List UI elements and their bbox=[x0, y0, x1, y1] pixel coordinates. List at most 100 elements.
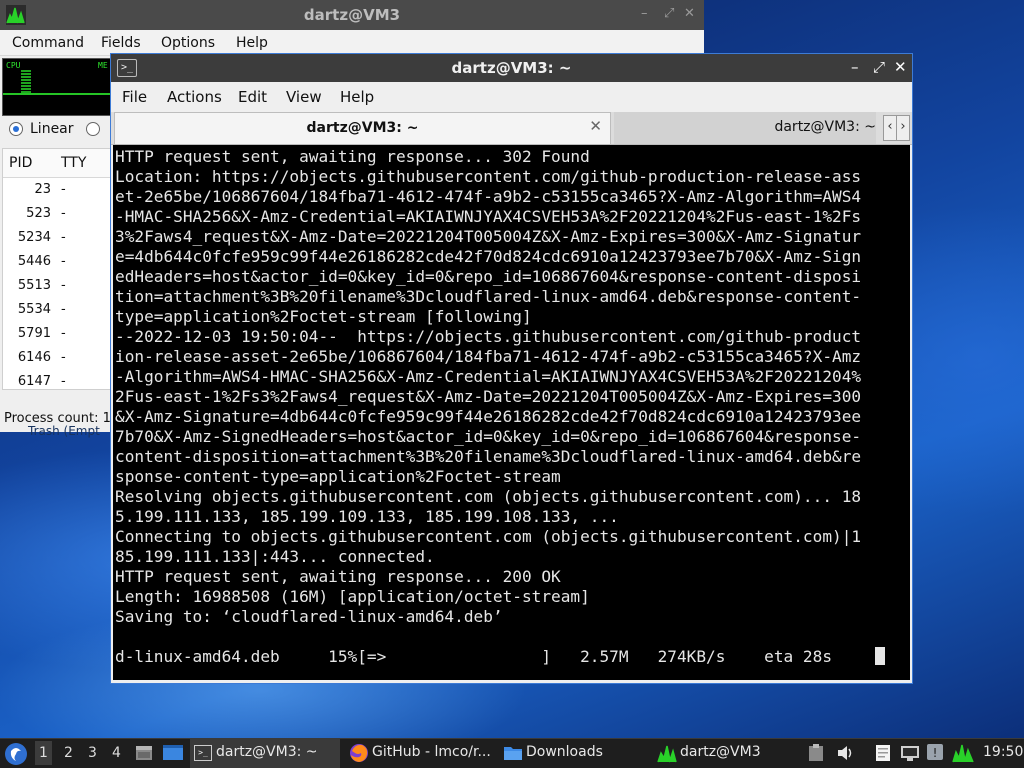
network-icon[interactable] bbox=[900, 744, 920, 762]
process-tty: - bbox=[61, 230, 66, 245]
cpu-bars bbox=[21, 69, 31, 93]
minimize-icon[interactable]: – bbox=[851, 58, 859, 76]
process-pid: 5513 bbox=[17, 278, 51, 293]
task-task-manager[interactable]: dartz@VM3 bbox=[655, 739, 795, 768]
workspace-3[interactable]: 3 bbox=[88, 745, 97, 761]
tab-terminal-1[interactable]: dartz@VM3: ~ ✕ bbox=[114, 112, 611, 144]
notes-icon[interactable] bbox=[873, 743, 893, 763]
terminal-icon: >_ bbox=[194, 745, 212, 761]
column-tty[interactable]: TTY bbox=[61, 155, 86, 171]
task-label: Downloads bbox=[526, 744, 603, 760]
menu-options[interactable]: Options bbox=[161, 35, 215, 51]
process-row[interactable]: 523- bbox=[3, 202, 111, 226]
menu-file[interactable]: File bbox=[122, 88, 147, 106]
taskbar: 1 2 3 4 >_ dartz@VM3: ~ GitHub - lmco/r.… bbox=[0, 738, 1024, 768]
scale-radio-group: Linear bbox=[2, 118, 110, 142]
process-row[interactable]: 6146- bbox=[3, 346, 111, 370]
process-pid: 23 bbox=[34, 182, 51, 197]
svg-text:!: ! bbox=[933, 746, 938, 760]
process-tty: - bbox=[61, 326, 66, 341]
task-label: GitHub - lmco/r... bbox=[372, 744, 491, 760]
process-pid: 5234 bbox=[17, 230, 51, 245]
task-firefox[interactable]: GitHub - lmco/r... bbox=[345, 739, 495, 768]
notification-icon[interactable]: ! bbox=[926, 743, 944, 761]
cpu-memory-graph: CPU ME bbox=[2, 58, 112, 116]
task-label: dartz@VM3: ~ bbox=[216, 744, 318, 760]
desktop-trash-label: Trash (Empt bbox=[28, 424, 100, 438]
other-scale-radio[interactable] bbox=[86, 122, 100, 136]
process-tty: - bbox=[61, 374, 66, 389]
workspace-1[interactable]: 1 bbox=[35, 741, 52, 765]
process-pid: 6146 bbox=[17, 350, 51, 365]
task-terminal[interactable]: >_ dartz@VM3: ~ bbox=[190, 739, 340, 768]
firefox-icon bbox=[350, 744, 368, 762]
process-row[interactable]: 5446- bbox=[3, 250, 111, 274]
menu-actions[interactable]: Actions bbox=[167, 88, 222, 106]
workspace-4[interactable]: 4 bbox=[112, 745, 121, 761]
task-manager-titlebar[interactable]: dartz@VM3 – ⤢ ✕ bbox=[0, 0, 704, 30]
desktop-wallpaper: dartz@VM3 – ⤢ ✕ Command Fields Options H… bbox=[0, 0, 1024, 738]
process-pid: 6147 bbox=[17, 374, 51, 389]
cpu-label: CPU bbox=[6, 61, 21, 70]
maximize-icon[interactable]: ⤢ bbox=[664, 6, 674, 21]
clock[interactable]: 19:50 bbox=[983, 744, 1023, 760]
task-manager-title: dartz@VM3 bbox=[303, 6, 401, 24]
task-downloads[interactable]: Downloads bbox=[500, 739, 650, 768]
folder-icon bbox=[504, 747, 522, 760]
menu-command[interactable]: Command bbox=[12, 35, 84, 51]
memory-label: ME bbox=[98, 61, 108, 70]
memory-line bbox=[3, 93, 111, 95]
task-manager-icon bbox=[657, 743, 677, 763]
tab-scroll-left-icon[interactable]: ‹ bbox=[883, 115, 897, 141]
task-label: dartz@VM3 bbox=[680, 744, 761, 760]
process-tty: - bbox=[61, 254, 66, 269]
tab-scroll-right-icon[interactable]: › bbox=[896, 115, 910, 141]
menu-fields[interactable]: Fields bbox=[101, 35, 141, 51]
process-pid: 523 bbox=[26, 206, 51, 221]
close-icon[interactable]: ✕ bbox=[894, 58, 907, 76]
tab-terminal-2[interactable]: dartz@VM3: ~ bbox=[614, 112, 876, 144]
process-pid: 5446 bbox=[17, 254, 51, 269]
close-tab-icon[interactable]: ✕ bbox=[589, 117, 602, 135]
process-row[interactable]: 5513- bbox=[3, 274, 111, 298]
file-manager-launcher-icon[interactable] bbox=[134, 743, 154, 763]
menu-help[interactable]: Help bbox=[236, 35, 268, 51]
process-tty: - bbox=[61, 206, 66, 221]
close-icon[interactable]: ✕ bbox=[684, 6, 695, 21]
process-row[interactable]: 23- bbox=[3, 178, 111, 202]
terminal-titlebar[interactable]: >_ dartz@VM3: ~ – ⤢ ✕ bbox=[111, 54, 912, 82]
terminal-text: HTTP request sent, awaiting response... … bbox=[115, 147, 862, 666]
terminal-menubar: File Actions Edit View Help bbox=[111, 82, 912, 112]
process-tty: - bbox=[61, 350, 66, 365]
process-row[interactable]: 5791- bbox=[3, 322, 111, 346]
cpu-monitor-icon[interactable] bbox=[952, 743, 974, 763]
app-menu-icon[interactable] bbox=[4, 742, 28, 766]
terminal-cursor bbox=[875, 647, 885, 665]
process-row[interactable]: 6147- bbox=[3, 370, 111, 389]
process-tty: - bbox=[61, 302, 66, 317]
linear-radio[interactable] bbox=[9, 122, 23, 136]
process-rows: 23-523-5234-5446-5513-5534-5791-6146-614… bbox=[3, 178, 111, 389]
terminal-window[interactable]: >_ dartz@VM3: ~ – ⤢ ✕ File Actions Edit … bbox=[110, 53, 913, 684]
menu-view[interactable]: View bbox=[286, 88, 322, 106]
terminal-tab-bar: dartz@VM3: ~ ✕ dartz@VM3: ~ ‹ › bbox=[111, 112, 912, 145]
tab-label: dartz@VM3: ~ bbox=[774, 119, 876, 135]
minimize-icon[interactable]: – bbox=[641, 6, 648, 21]
workspace-2[interactable]: 2 bbox=[64, 745, 73, 761]
process-row[interactable]: 5234- bbox=[3, 226, 111, 250]
maximize-icon[interactable]: ⤢ bbox=[873, 58, 885, 76]
process-pid: 5791 bbox=[17, 326, 51, 341]
show-desktop-icon[interactable] bbox=[162, 743, 184, 763]
menu-edit[interactable]: Edit bbox=[238, 88, 267, 106]
process-tty: - bbox=[61, 182, 66, 197]
process-row[interactable]: 5534- bbox=[3, 298, 111, 322]
process-table-header: PID TTY bbox=[3, 149, 111, 178]
clipboard-icon[interactable] bbox=[808, 744, 824, 762]
column-pid[interactable]: PID bbox=[9, 155, 32, 171]
linear-radio-label: Linear bbox=[30, 121, 74, 137]
menu-help[interactable]: Help bbox=[340, 88, 374, 106]
terminal-output[interactable]: HTTP request sent, awaiting response... … bbox=[113, 145, 910, 680]
terminal-title: dartz@VM3: ~ bbox=[451, 59, 572, 77]
process-pid: 5534 bbox=[17, 302, 51, 317]
volume-icon[interactable] bbox=[836, 744, 854, 762]
